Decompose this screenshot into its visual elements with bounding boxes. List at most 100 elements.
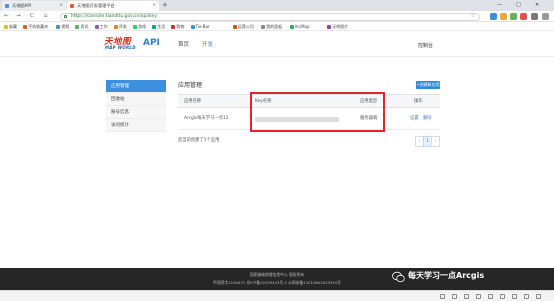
bookmark-item[interactable]: 视频 bbox=[56, 22, 69, 31]
address-url: https://console.tianditu.gov.cn/api/key bbox=[71, 13, 157, 19]
bookmarks-bar: 收藏 手机收藏夹 视频 资讯 工作 开发 游戏 生活 购物 Tie-Bar 运营公司 我的面板 ArcM… bbox=[0, 22, 554, 31]
status-icon[interactable] bbox=[500, 294, 505, 299]
star-icon[interactable]: ☆ bbox=[471, 13, 475, 19]
browser-tab-active[interactable]: 天地图开发管理平台 × bbox=[67, 1, 159, 11]
bookmark-item[interactable]: 资讯 bbox=[75, 22, 88, 31]
bookmark-icon bbox=[23, 24, 28, 29]
close-window-icon[interactable]: ✕ bbox=[535, 0, 539, 11]
forward-button[interactable]: → bbox=[16, 11, 21, 22]
bookmark-label: 运营公司 bbox=[237, 24, 254, 29]
status-icon[interactable] bbox=[524, 294, 529, 299]
bookmark-icon bbox=[94, 24, 99, 29]
sidebar-item-apps[interactable]: 应用管理 bbox=[106, 80, 166, 93]
create-app-button[interactable]: +创建新应用 bbox=[416, 81, 440, 89]
bookmark-icon bbox=[232, 24, 237, 29]
page-title: 应用管理 bbox=[178, 82, 203, 89]
home-button[interactable]: ⌂ bbox=[44, 11, 48, 22]
bookmark-label: 收藏 bbox=[9, 24, 17, 29]
bookmark-label: 视频 bbox=[61, 24, 70, 29]
site-header: 天地图 MAP WORLD API 首页 开发 控制台 bbox=[0, 31, 554, 57]
sidebar: 应用管理 回收站 账号信息 访问统计 bbox=[106, 80, 166, 132]
menu-icon[interactable] bbox=[542, 13, 549, 20]
tab-title: 天地图开发管理平台 bbox=[77, 3, 115, 8]
bookmark-label: 工作 bbox=[99, 24, 108, 29]
close-tab-icon[interactable]: × bbox=[152, 1, 156, 11]
close-tab-icon[interactable]: × bbox=[59, 1, 63, 11]
bookmark-icon bbox=[75, 24, 80, 29]
lock-icon bbox=[64, 14, 67, 18]
bookmark-icon bbox=[56, 24, 61, 29]
wechat-icon bbox=[392, 271, 405, 283]
bookmark-icon bbox=[289, 24, 294, 29]
bookmark-icon bbox=[190, 24, 195, 29]
bookmark-item[interactable]: 天地图片 bbox=[327, 22, 348, 31]
bookmark-label: 生活 bbox=[157, 24, 166, 29]
bookmark-item[interactable]: 生活 bbox=[152, 22, 165, 31]
bookmark-item[interactable]: ArcMap bbox=[289, 22, 310, 31]
status-icon[interactable] bbox=[512, 294, 517, 299]
sidebar-item-account[interactable]: 账号信息 bbox=[106, 106, 166, 119]
status-icon[interactable] bbox=[452, 294, 457, 299]
extension-icon[interactable] bbox=[500, 13, 507, 20]
extension-icon[interactable] bbox=[490, 13, 497, 20]
minimize-icon[interactable]: — bbox=[497, 0, 502, 11]
status-icon[interactable] bbox=[464, 294, 469, 299]
highlight-box bbox=[250, 92, 385, 132]
reload-button[interactable]: C bbox=[30, 11, 34, 22]
bookmark-item[interactable]: 运营公司 bbox=[232, 22, 254, 31]
bookmark-item[interactable]: 开发 bbox=[113, 22, 127, 31]
web-page: 天地图 MAP WORLD API 首页 开发 控制台 bbox=[0, 31, 554, 268]
browser-nav-bar: ← → C ⌂ https://console.tianditu.gov.cn/… bbox=[0, 11, 554, 22]
status-icon[interactable] bbox=[536, 294, 541, 299]
delete-link[interactable]: 删除 bbox=[423, 108, 432, 130]
bookmark-item[interactable]: 游戏 bbox=[133, 22, 146, 31]
tab-favicon-icon bbox=[70, 4, 74, 8]
tab-title: 天地图API bbox=[12, 3, 32, 8]
extension-icon[interactable] bbox=[531, 13, 538, 20]
bookmark-icon bbox=[261, 24, 266, 29]
address-bar[interactable]: https://console.tianditu.gov.cn/api/key … bbox=[60, 12, 480, 21]
bookmark-label: 天地图片 bbox=[332, 24, 349, 29]
pagination: ‹ 1 › bbox=[415, 136, 440, 147]
maximize-icon[interactable]: □ bbox=[516, 0, 521, 11]
sidebar-item-stats[interactable]: 访问统计 bbox=[106, 119, 166, 132]
bookmark-icon bbox=[171, 24, 176, 29]
back-button[interactable]: ← bbox=[4, 11, 9, 22]
bookmark-label: 游戏 bbox=[138, 24, 146, 29]
next-page-button[interactable]: › bbox=[431, 136, 440, 147]
extension-icon[interactable] bbox=[510, 13, 517, 20]
product-title: API bbox=[143, 38, 160, 48]
status-icon[interactable] bbox=[476, 294, 481, 299]
status-icon[interactable] bbox=[488, 294, 493, 299]
col-header-name: 应用名称 bbox=[184, 99, 202, 104]
bookmark-item[interactable]: 收藏 bbox=[4, 22, 17, 31]
status-icon[interactable] bbox=[440, 294, 445, 299]
browser-status-bar bbox=[0, 290, 554, 301]
bookmark-icon bbox=[4, 24, 8, 29]
tab-favicon-icon bbox=[5, 4, 9, 8]
nav-home-link[interactable]: 首页 bbox=[178, 40, 189, 48]
bookmark-label: 我的面板 bbox=[266, 24, 283, 29]
bookmark-label: 资讯 bbox=[80, 24, 89, 29]
nav-dev-link[interactable]: 开发 bbox=[202, 40, 213, 48]
watermark-text: 每天学习一点Arcgis bbox=[408, 271, 485, 280]
logo-text-en: MAP WORLD bbox=[105, 45, 136, 50]
col-header-ops: 操作 bbox=[414, 99, 423, 104]
bookmark-label: 购物 bbox=[176, 24, 185, 29]
bookmark-icon bbox=[152, 24, 157, 29]
browser-tab-bar: 天地图API × 天地图开发管理平台 × + — □ ✕ bbox=[0, 0, 554, 11]
site-logo[interactable]: 天地图 MAP WORLD bbox=[104, 35, 138, 52]
bookmark-item[interactable]: 购物 bbox=[171, 22, 184, 31]
settings-link[interactable]: 设置 bbox=[410, 108, 419, 130]
new-tab-button[interactable]: + bbox=[162, 0, 168, 11]
bookmark-item[interactable]: Tie-Bar bbox=[190, 22, 210, 31]
bookmark-label: Tie-Bar bbox=[195, 24, 210, 29]
bookmark-item[interactable]: 我的面板 bbox=[261, 22, 282, 31]
extension-icon[interactable] bbox=[520, 13, 527, 20]
browser-tab[interactable]: 天地图API × bbox=[2, 1, 66, 11]
bookmark-item[interactable]: 工作 bbox=[94, 22, 108, 31]
bookmark-label: 开发 bbox=[118, 24, 127, 29]
console-link[interactable]: 控制台 bbox=[418, 42, 433, 49]
sidebar-item-recycle[interactable]: 回收站 bbox=[106, 93, 166, 106]
bookmark-item[interactable]: 手机收藏夹 bbox=[23, 22, 48, 31]
